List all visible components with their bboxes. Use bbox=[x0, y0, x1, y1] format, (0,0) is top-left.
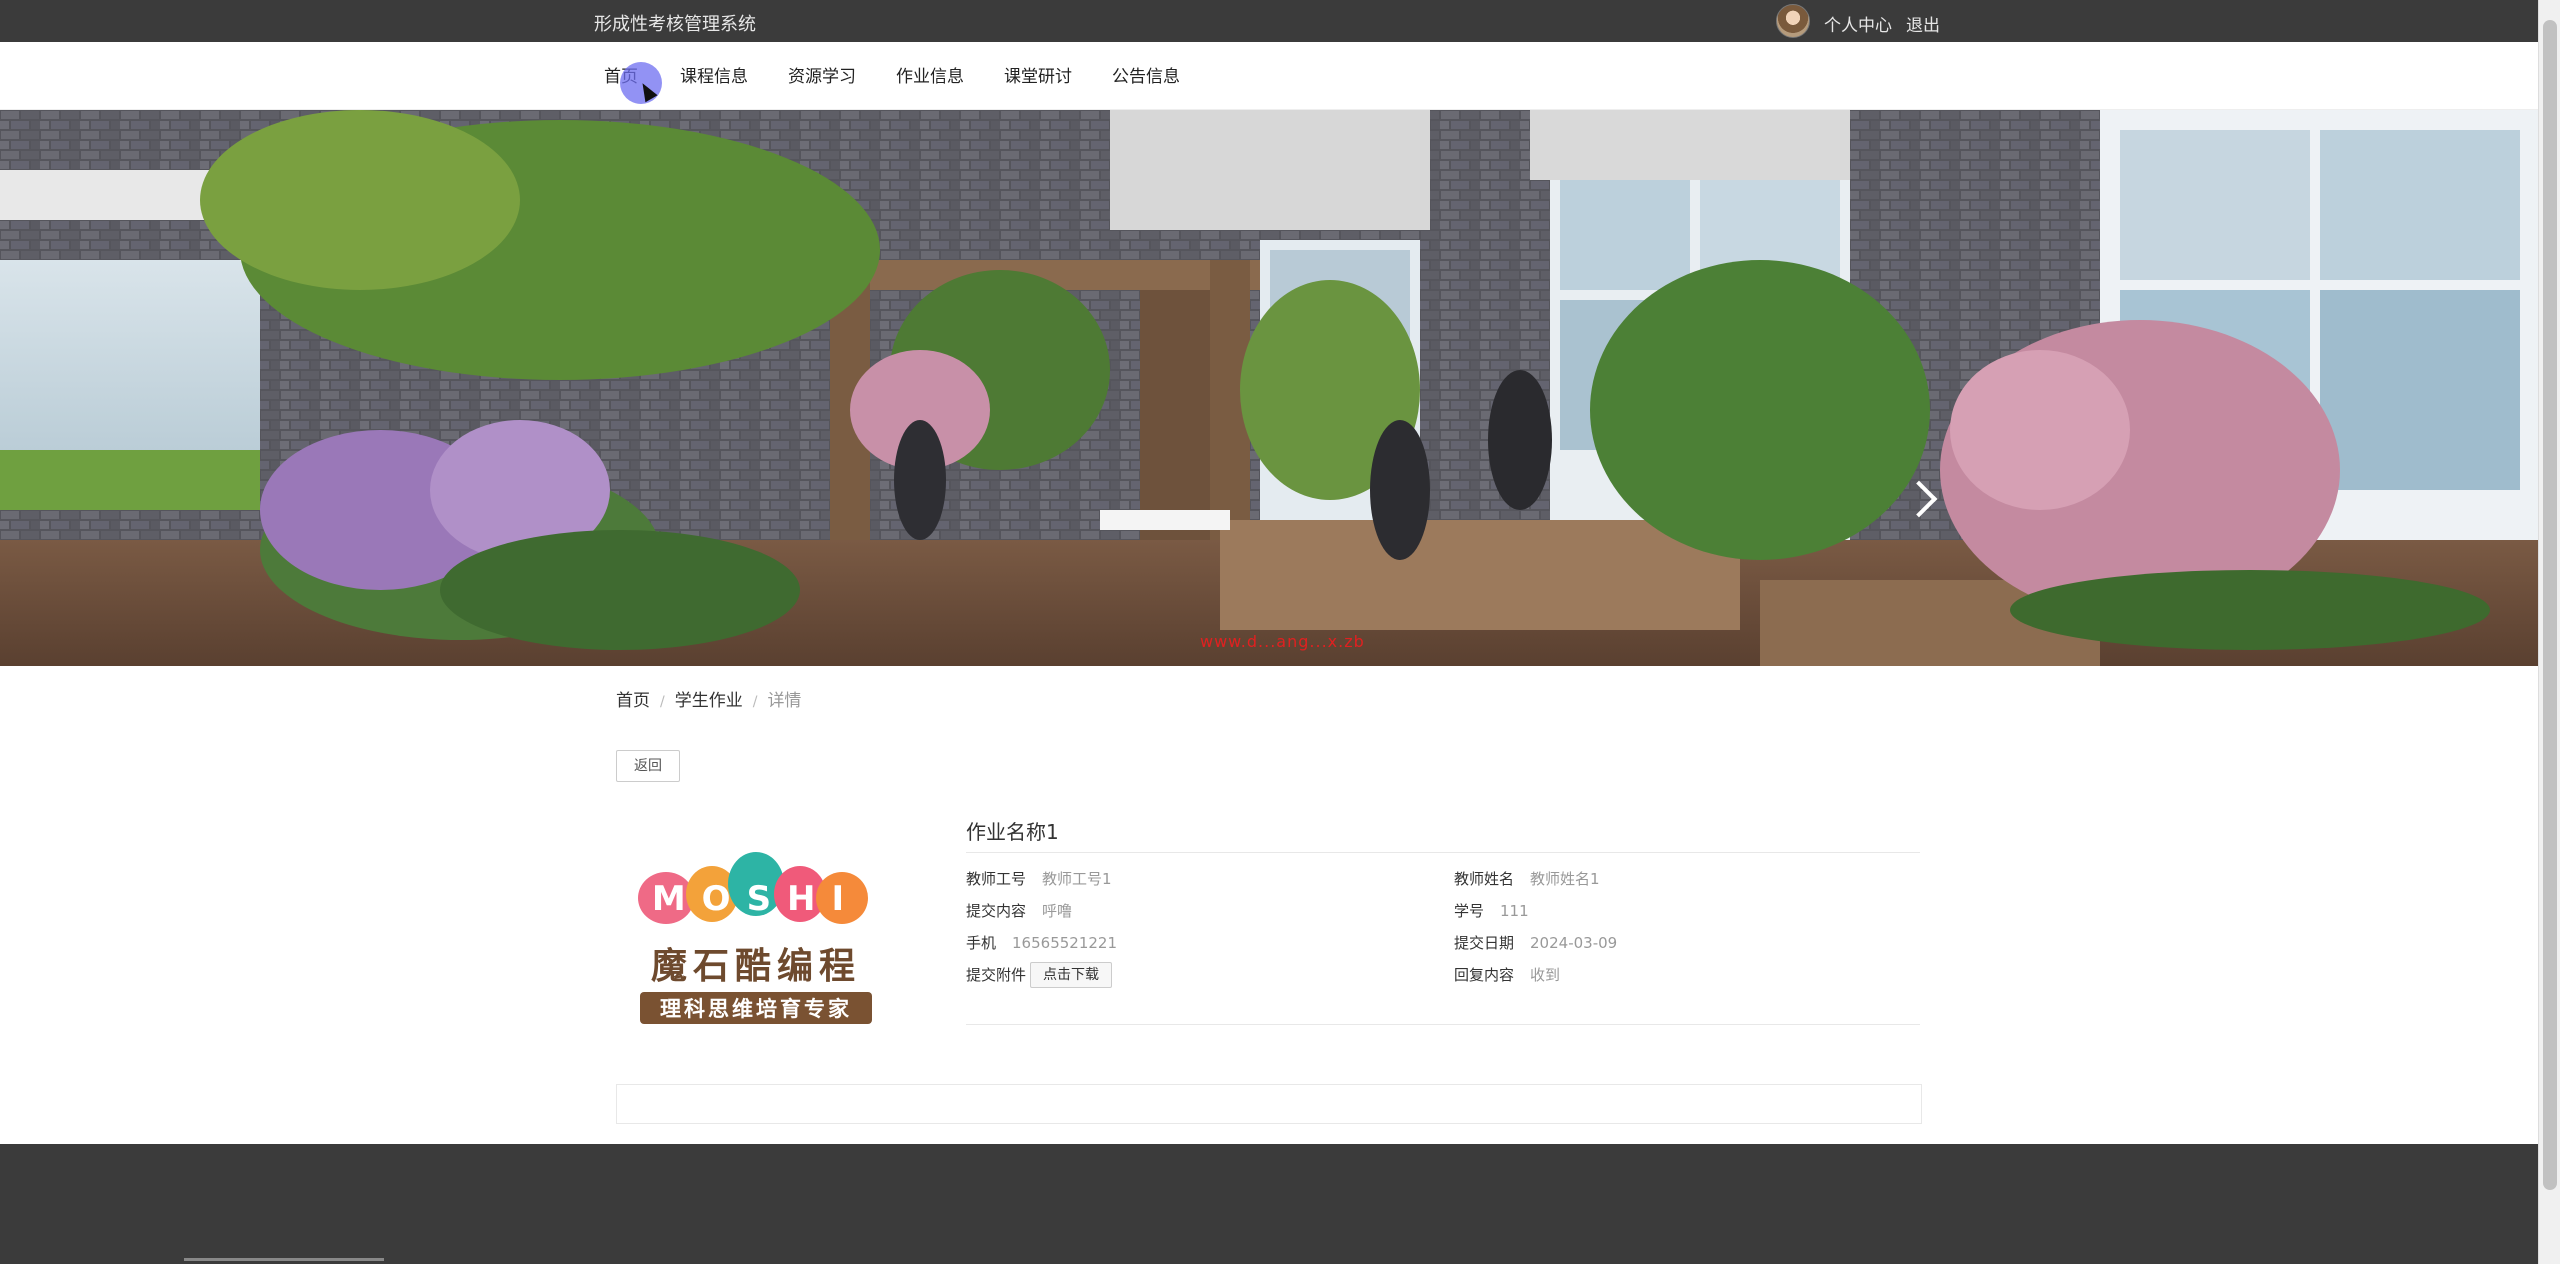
breadcrumb-section[interactable]: 学生作业 bbox=[675, 691, 743, 711]
content-box bbox=[616, 1084, 1922, 1124]
homework-image: MOSHI 魔石酷编程 理科思维培育专家 bbox=[626, 850, 886, 1040]
banner-carousel[interactable]: www.d...ang...x.zb bbox=[0, 110, 2538, 666]
field-student-id: 学号 111 bbox=[1454, 902, 1529, 920]
footer bbox=[0, 1144, 2538, 1264]
field-reply-content: 回复内容 收到 bbox=[1454, 966, 1561, 984]
top-bar: 形成性考核管理系统 个人中心 退出 bbox=[0, 0, 2538, 42]
nav-item-discussion[interactable]: 课堂研讨 bbox=[1004, 62, 1072, 87]
field-teacher-id: 教师工号 教师工号1 bbox=[966, 870, 1112, 888]
banner-image bbox=[0, 110, 2538, 666]
homework-title: 作业名称1 bbox=[966, 820, 1059, 844]
taskbar-indicator bbox=[184, 1258, 384, 1261]
logo-text-sub: 理科思维培育专家 bbox=[660, 997, 852, 1021]
detail-divider-bottom bbox=[966, 1024, 1920, 1025]
breadcrumb-separator: / bbox=[660, 694, 665, 710]
breadcrumb-separator: / bbox=[752, 694, 758, 710]
banner-watermark: www.d...ang...x.zb bbox=[1200, 632, 1365, 651]
detail-divider bbox=[966, 852, 1920, 853]
main-nav: 首页 课程信息 资源学习 作业信息 课堂研讨 公告信息 bbox=[0, 42, 2538, 110]
field-phone: 手机 16565521221 bbox=[966, 934, 1117, 952]
site-title: 形成性考核管理系统 bbox=[594, 14, 756, 35]
logo-text-top: MOSHI bbox=[652, 879, 860, 919]
nav-item-courses[interactable]: 课程信息 bbox=[680, 62, 748, 87]
breadcrumb-current: 详情 bbox=[767, 691, 802, 711]
banner-next-arrow-icon[interactable] bbox=[1900, 470, 1940, 530]
page-scrollbar[interactable] bbox=[2538, 0, 2560, 1264]
nav-item-homework[interactable]: 作业信息 bbox=[896, 62, 964, 87]
download-button[interactable]: 点击下载 bbox=[1030, 962, 1113, 988]
scrollbar-thumb[interactable] bbox=[2543, 20, 2557, 1190]
user-center-link[interactable]: 个人中心 bbox=[1824, 11, 1892, 36]
breadcrumb-home[interactable]: 首页 bbox=[616, 691, 650, 711]
field-teacher-name: 教师姓名 教师姓名1 bbox=[1454, 870, 1600, 888]
breadcrumb: 首页 / 学生作业 / 详情 bbox=[616, 686, 801, 711]
field-submit-content: 提交内容 呼噜 bbox=[966, 902, 1073, 920]
user-avatar[interactable] bbox=[1776, 4, 1810, 38]
logout-link[interactable]: 退出 bbox=[1906, 11, 1940, 36]
field-attachment: 提交附件 点击下载 bbox=[966, 962, 1113, 988]
field-submit-date: 提交日期 2024-03-09 bbox=[1454, 934, 1618, 952]
page: 形成性考核管理系统 个人中心 退出 首页 课程信息 资源学习 作业信息 课堂研讨… bbox=[0, 0, 2560, 1264]
back-button[interactable]: 返回 bbox=[616, 750, 680, 782]
nav-item-notices[interactable]: 公告信息 bbox=[1112, 62, 1180, 87]
logo-text-main: 魔石酷编程 bbox=[651, 946, 861, 987]
nav-item-resources[interactable]: 资源学习 bbox=[788, 62, 856, 87]
